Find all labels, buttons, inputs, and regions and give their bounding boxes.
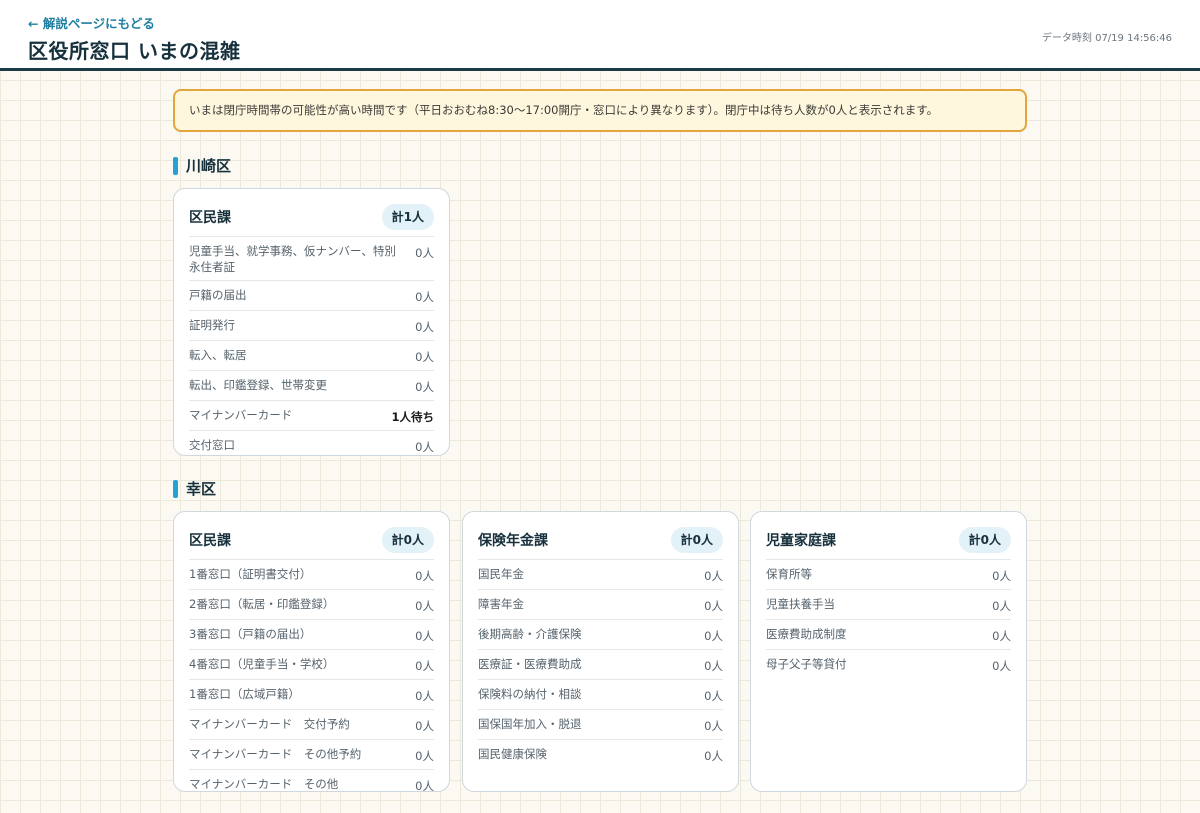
wait-count: 0人 [704,749,723,763]
counter-name: 1番窓口（証明書交付） [189,567,312,581]
wait-count: 0人 [415,320,434,334]
counter-row: 転入、転居 0人 [189,340,434,370]
wait-count: 0人 [992,659,1011,673]
counter-name: マイナンバーカード 交付予約 [189,717,350,731]
counter-name: 1番窓口（広域戸籍） [189,687,300,701]
counter-card: 児童家庭課 計0人 保育所等 0人 児童扶養手当 0人 医療費助成制度 0人 母… [750,511,1027,792]
wait-count: 0人 [415,350,434,364]
counter-row: 1番窓口（広域戸籍） 0人 [189,679,434,709]
counter-name: 2番窓口（転居・印鑑登録） [189,597,335,611]
counter-name: 国保国年加入・脱退 [478,717,582,731]
counter-name: 証明発行 [189,318,235,332]
counter-name: マイナンバーカード その他予約 [189,747,362,761]
closed-hours-notice: いまは閉庁時間帯の可能性が高い時間です（平日おおむね8:30〜17:00開庁・窓… [173,89,1027,132]
counter-name: 母子父子等貸付 [766,657,847,671]
wait-count: 0人 [704,659,723,673]
counter-name: 国民年金 [478,567,524,581]
wait-count: 0人 [704,689,723,703]
wait-count: 0人 [415,380,434,394]
counter-row: 後期高齢・介護保険 0人 [478,619,723,649]
counter-name: 医療証・医療費助成 [478,657,582,671]
total-badge: 計0人 [381,527,434,553]
wait-count: 0人 [704,569,723,583]
wait-count: 0人 [415,689,434,703]
wait-count: 0人 [415,749,434,763]
data-timestamp: データ時刻 07/19 14:56:46 [1041,33,1172,44]
wait-count: 0人 [704,599,723,613]
counter-row: 1番窓口（証明書交付） 0人 [189,559,434,589]
counter-row: 証明発行 0人 [189,310,434,340]
wait-count: 0人 [415,290,434,304]
counter-row: 転出、印鑑登録、世帯変更 0人 [189,370,434,400]
wait-count: 0人 [992,569,1011,583]
counter-row: 保育所等 0人 [766,559,1011,589]
counter-name: 国民健康保険 [478,747,547,761]
wait-count: 0人 [415,779,434,793]
ward-title-kawasaki: 川崎区 [173,157,231,175]
wait-count: 0人 [992,599,1011,613]
wait-count: 0人 [704,629,723,643]
counter-name: 障害年金 [478,597,524,611]
counter-name: 転出、印鑑登録、世帯変更 [189,378,327,392]
wait-count: 0人 [415,659,434,673]
counter-row: 児童扶養手当 0人 [766,589,1011,619]
wait-count: 0人 [415,719,434,733]
counter-row: マイナンバーカード その他 0人 [189,769,434,799]
counter-row: 交付窓口 0人 [189,430,434,460]
counter-row: 保険料の納付・相談 0人 [478,679,723,709]
counter-name: 児童手当、就学事務、仮ナンバー、特別永住者証 [189,244,396,274]
counter-row: マイナンバーカード その他予約 0人 [189,739,434,769]
counter-row: マイナンバーカード 1人待ち [189,400,434,430]
wait-count: 0人 [415,440,434,454]
counter-name: 4番窓口（児童手当・学校） [189,657,335,671]
counter-card: 保険年金課 計0人 国民年金 0人 障害年金 0人 後期高齢・介護保険 0人 医… [462,511,739,792]
ward-title-saiwai: 幸区 [173,480,216,498]
counter-row: 母子父子等貸付 0人 [766,649,1011,679]
wait-count: 0人 [992,629,1011,643]
page-header: ← 解説ページにもどる 区役所窓口 いまの混雑 データ時刻 07/19 14:5… [0,0,1200,71]
wait-count: 0人 [415,569,434,583]
counter-name: 3番窓口（戸籍の届出） [189,627,312,641]
card-title: 児童家庭課 [766,533,836,549]
card-title: 区民課 [189,533,231,549]
counter-row: 3番窓口（戸籍の届出） 0人 [189,619,434,649]
counter-row: 2番窓口（転居・印鑑登録） 0人 [189,589,434,619]
counter-name: 保険料の納付・相談 [478,687,582,701]
counter-row: 国保国年加入・脱退 0人 [478,709,723,739]
wait-count: 0人 [415,246,434,260]
counter-card: 区民課 計0人 1番窓口（証明書交付） 0人 2番窓口（転居・印鑑登録） 0人 … [173,511,450,793]
back-link[interactable]: ← 解説ページにもどる [28,13,155,32]
counter-card: 区民課 計1人 児童手当、就学事務、仮ナンバー、特別永住者証 0人 戸籍の届出 … [173,188,450,456]
counter-row: 国民健康保険 0人 [478,739,723,769]
card-title: 区民課 [189,210,231,226]
counter-row: 国民年金 0人 [478,559,723,589]
counter-row: 児童手当、就学事務、仮ナンバー、特別永住者証 0人 [189,236,434,280]
counter-name: 後期高齢・介護保険 [478,627,582,641]
wait-count: 1人待ち [391,410,434,424]
counter-name: 戸籍の届出 [189,288,247,302]
counter-row: 戸籍の届出 0人 [189,280,434,310]
counter-row: マイナンバーカード 交付予約 0人 [189,709,434,739]
card-title: 保険年金課 [478,533,548,549]
counter-name: 転入、転居 [189,348,247,362]
counter-row: 4番窓口（児童手当・学校） 0人 [189,649,434,679]
counter-name: 児童扶養手当 [766,597,835,611]
total-badge: 計1人 [381,204,434,230]
counter-name: 医療費助成制度 [766,627,847,641]
wait-count: 0人 [415,629,434,643]
wait-count: 0人 [415,599,434,613]
counter-name: マイナンバーカード その他 [189,777,339,791]
counter-name: マイナンバーカード [189,408,293,422]
total-badge: 計0人 [670,527,723,553]
counter-row: 障害年金 0人 [478,589,723,619]
page-title: 区役所窓口 いまの混雑 [28,39,241,63]
counter-name: 保育所等 [766,567,812,581]
counter-name: 交付窓口 [189,438,235,452]
total-badge: 計0人 [958,527,1011,553]
wait-count: 0人 [704,719,723,733]
counter-row: 医療証・医療費助成 0人 [478,649,723,679]
counter-row: 医療費助成制度 0人 [766,619,1011,649]
